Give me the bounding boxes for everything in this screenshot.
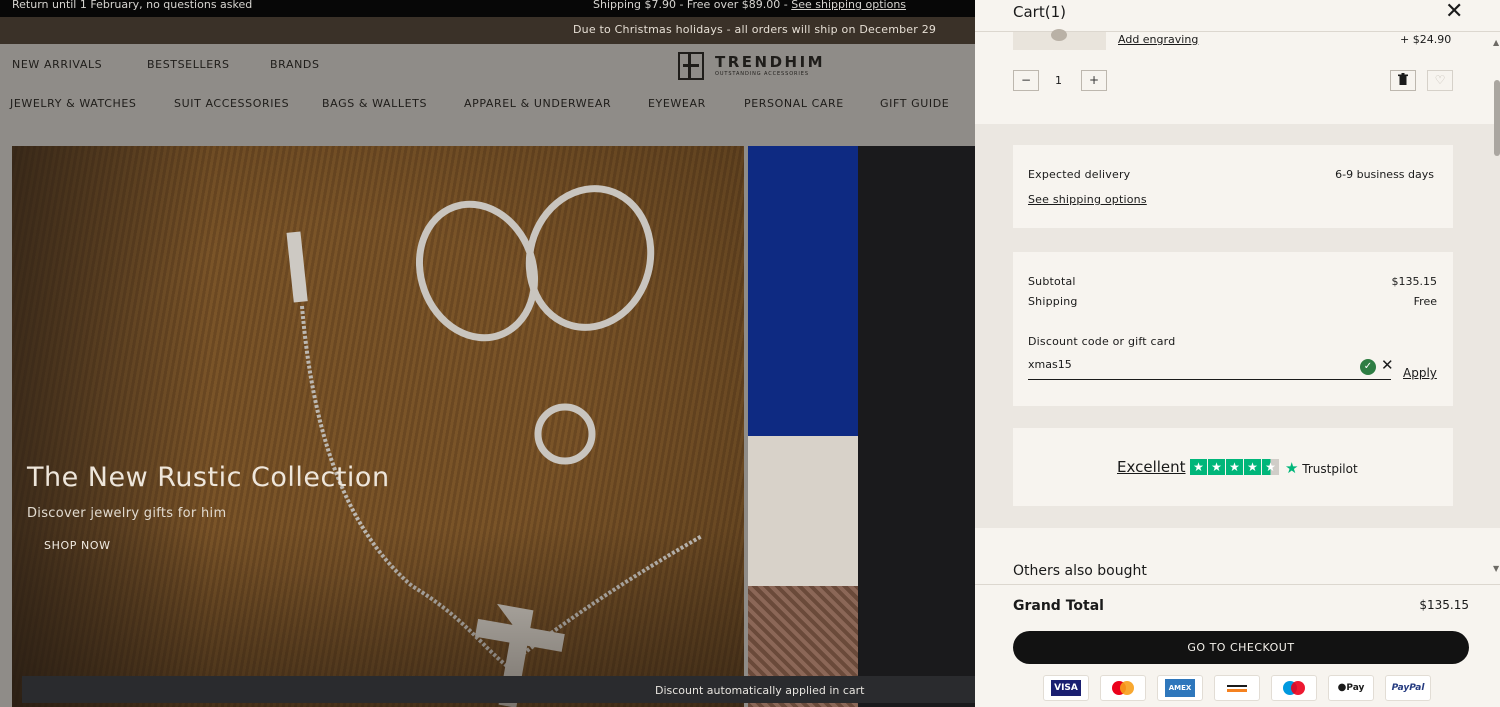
holiday-notice: Due to Christmas holidays - all orders w… — [573, 23, 937, 36]
expected-delivery-value: 6-9 business days — [1335, 168, 1434, 181]
quantity-increment-button[interactable]: + — [1081, 70, 1107, 91]
subtotal-value: $135.15 — [1391, 275, 1438, 288]
discount-code-input[interactable]: xmas15 — [1028, 358, 1391, 380]
star-icon: ★ — [1208, 459, 1225, 475]
cart-title: Cart(1) — [1013, 3, 1066, 21]
subtotal-label: Subtotal — [1028, 275, 1076, 288]
nav-gift-guide[interactable]: GIFT GUIDE — [880, 97, 949, 110]
product-thumbnail[interactable] — [1013, 29, 1106, 50]
wishlist-button[interactable]: ♡ — [1427, 70, 1453, 91]
nav-jewelry-watches[interactable]: JEWELRY & WATCHES — [10, 97, 136, 110]
grand-total-label: Grand Total — [1013, 598, 1104, 614]
logo-tagline: OUTSTANDING ACCESSORIES — [715, 71, 809, 77]
shipping-options-link[interactable]: See shipping options — [791, 0, 906, 11]
cart-drawer: Cart(1) ✕ Add engraving + $24.90 − 1 + ♡… — [975, 0, 1500, 707]
engraving-price: + $24.90 — [1400, 33, 1452, 46]
hero-title: The New Rustic Collection — [27, 462, 390, 493]
cart-item: Add engraving + $24.90 − 1 + ♡ — [975, 29, 1500, 124]
shipping-value: Free — [1413, 295, 1437, 308]
hero-image-jewelry[interactable] — [12, 146, 744, 707]
clear-discount-icon[interactable]: ✕ — [1381, 356, 1394, 374]
paypal-icon: PayPal — [1385, 675, 1431, 701]
see-shipping-options-link[interactable]: See shipping options — [1028, 193, 1147, 206]
nav-personal-care[interactable]: PERSONAL CARE — [744, 97, 844, 110]
shipping-label: Shipping — [1028, 295, 1078, 308]
quantity-value: 1 — [1055, 74, 1062, 87]
others-also-bought-section: Others also bought — [975, 528, 1500, 584]
cart-scrollbar[interactable]: ▲ ▼ — [1493, 32, 1500, 584]
others-also-bought-title: Others also bought — [1013, 563, 1147, 579]
mastercard-icon — [1100, 675, 1146, 701]
star-icon: ★ — [1244, 459, 1261, 475]
cart-footer: Grand Total $135.15 GO TO CHECKOUT VISA … — [975, 584, 1500, 707]
go-to-checkout-button[interactable]: GO TO CHECKOUT — [1013, 631, 1469, 664]
maestro-icon — [1271, 675, 1317, 701]
discount-label: Discount code or gift card — [1028, 335, 1176, 348]
grand-total-value: $135.15 — [1419, 598, 1469, 612]
half-star-icon: ★ — [1262, 459, 1279, 475]
nav-eyewear[interactable]: EYEWEAR — [648, 97, 706, 110]
nav-apparel-underwear[interactable]: APPAREL & UNDERWEAR — [464, 97, 611, 110]
star-icon: ★ — [1226, 459, 1243, 475]
visa-icon: VISA — [1043, 675, 1089, 701]
apple-pay-icon: ●Pay — [1328, 675, 1374, 701]
logo-wordmark: TRENDHIM — [715, 53, 826, 71]
shop-now-button[interactable]: SHOP NOW — [27, 534, 127, 560]
promo-text: Discount automatically applied in cart — [655, 684, 865, 697]
scroll-down-arrow-icon[interactable]: ▼ — [1493, 564, 1499, 573]
trustpilot-rating-word[interactable]: Excellent — [1117, 458, 1186, 476]
nav-suit-accessories[interactable]: SUIT ACCESSORIES — [174, 97, 289, 110]
remove-item-button[interactable] — [1390, 70, 1416, 91]
scroll-up-arrow-icon[interactable]: ▲ — [1493, 38, 1499, 47]
apply-discount-button[interactable]: Apply — [1403, 366, 1437, 380]
nav-bags-wallets[interactable]: BAGS & WALLETS — [322, 97, 427, 110]
shipping-notice: Shipping $7.90 - Free over $89.00 - See … — [593, 0, 907, 11]
discount-promo-strip: Discount automatically applied in cart — [22, 676, 975, 703]
nav-brands[interactable]: BRANDS — [270, 58, 320, 71]
returns-notice: Return until 1 February, no questions as… — [12, 0, 253, 11]
trendhim-logo[interactable]: TRENDHIM OUTSTANDING ACCESSORIES — [678, 52, 823, 84]
expected-delivery-label: Expected delivery — [1028, 168, 1131, 181]
nav-new-arrivals[interactable]: NEW ARRIVALS — [12, 58, 102, 71]
heart-icon: ♡ — [1434, 73, 1446, 87]
trash-icon — [1398, 73, 1408, 85]
star-icon: ★ — [1190, 459, 1207, 475]
trustpilot-star-icon: ★ — [1285, 459, 1299, 477]
logo-mark-icon — [678, 52, 704, 80]
hero-image-model[interactable] — [748, 146, 975, 707]
cart-header: Cart(1) ✕ — [975, 0, 1500, 32]
scroll-thumb[interactable] — [1494, 80, 1500, 156]
nav-bestsellers[interactable]: BESTSELLERS — [147, 58, 230, 71]
add-engraving-link[interactable]: Add engraving — [1118, 33, 1198, 46]
trustpilot-card: Excellent ★ ★ ★ ★ ★ ★ Trustpilot — [1013, 428, 1453, 506]
discover-icon — [1214, 675, 1260, 701]
amex-icon: AMEX — [1157, 675, 1203, 701]
trustpilot-stars: ★ ★ ★ ★ ★ — [1190, 459, 1280, 478]
hero-subtitle: Discover jewelry gifts for him — [27, 506, 227, 521]
check-icon: ✓ — [1360, 359, 1376, 375]
quantity-decrement-button[interactable]: − — [1013, 70, 1039, 91]
close-icon[interactable]: ✕ — [1445, 1, 1463, 23]
order-summary-card: Subtotal $135.15 Shipping Free Discount … — [1013, 252, 1453, 406]
delivery-card: Expected delivery 6-9 business days See … — [1013, 145, 1453, 228]
trustpilot-logo[interactable]: ★ Trustpilot — [1285, 459, 1358, 477]
